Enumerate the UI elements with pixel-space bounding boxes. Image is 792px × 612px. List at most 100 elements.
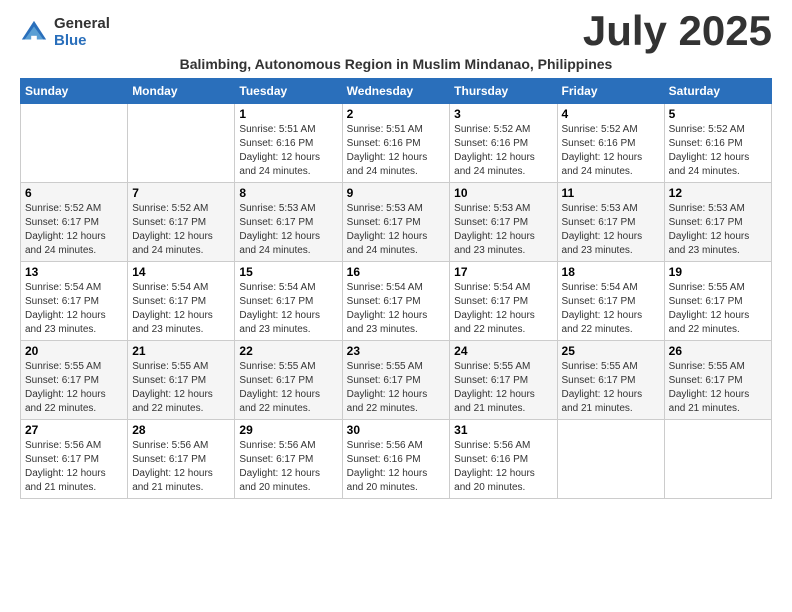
calendar-cell: 22 Sunrise: 5:55 AM Sunset: 6:17 PM Dayli… xyxy=(235,341,342,420)
calendar-week-row: 6 Sunrise: 5:52 AM Sunset: 6:17 PM Daylig… xyxy=(21,183,772,262)
calendar-cell: 31 Sunrise: 5:56 AM Sunset: 6:16 PM Dayli… xyxy=(450,420,557,499)
day-info: Sunrise: 5:51 AM Sunset: 6:16 PM Dayligh… xyxy=(347,123,446,179)
calendar-cell xyxy=(128,104,235,183)
day-info: Sunrise: 5:55 AM Sunset: 6:17 PM Dayligh… xyxy=(669,360,767,416)
logo-blue: Blue xyxy=(54,33,110,50)
day-number: 14 xyxy=(132,265,230,279)
calendar-cell: 5 Sunrise: 5:52 AM Sunset: 6:16 PM Daylig… xyxy=(664,104,771,183)
day-info: Sunrise: 5:54 AM Sunset: 6:17 PM Dayligh… xyxy=(239,281,337,337)
day-header-monday: Monday xyxy=(128,79,235,104)
day-info: Sunrise: 5:53 AM Sunset: 6:17 PM Dayligh… xyxy=(562,202,660,258)
calendar-cell: 10Sunrise: 5:53 AM Sunset: 6:17 PM Dayli… xyxy=(450,183,557,262)
calendar-week-row: 27 Sunrise: 5:56 AM Sunset: 6:17 PM Dayli… xyxy=(21,420,772,499)
logo-text: General Blue xyxy=(54,16,110,49)
calendar-cell: 24 Sunrise: 5:55 AM Sunset: 6:17 PM Dayli… xyxy=(450,341,557,420)
calendar-cell: 16 Sunrise: 5:54 AM Sunset: 6:17 PM Dayli… xyxy=(342,262,450,341)
day-info: Sunrise: 5:54 AM Sunset: 6:17 PM Dayligh… xyxy=(347,281,446,337)
calendar-cell xyxy=(664,420,771,499)
calendar-week-row: 20Sunrise: 5:55 AM Sunset: 6:17 PM Dayli… xyxy=(21,341,772,420)
calendar-cell: 20Sunrise: 5:55 AM Sunset: 6:17 PM Dayli… xyxy=(21,341,128,420)
day-number: 10 xyxy=(454,186,552,200)
day-number: 13 xyxy=(25,265,123,279)
calendar-cell: 3Sunrise: 5:52 AM Sunset: 6:16 PM Daylig… xyxy=(450,104,557,183)
day-info: Sunrise: 5:52 AM Sunset: 6:16 PM Dayligh… xyxy=(669,123,767,179)
day-info: Sunrise: 5:56 AM Sunset: 6:17 PM Dayligh… xyxy=(132,439,230,495)
day-number: 23 xyxy=(347,344,446,358)
day-number: 1 xyxy=(239,107,337,121)
calendar-cell: 19Sunrise: 5:55 AM Sunset: 6:17 PM Dayli… xyxy=(664,262,771,341)
calendar-cell xyxy=(21,104,128,183)
day-header-wednesday: Wednesday xyxy=(342,79,450,104)
day-number: 28 xyxy=(132,423,230,437)
day-info: Sunrise: 5:51 AM Sunset: 6:16 PM Dayligh… xyxy=(239,123,337,179)
calendar-cell: 26 Sunrise: 5:55 AM Sunset: 6:17 PM Dayli… xyxy=(664,341,771,420)
page-header: General Blue July 2025 xyxy=(20,10,772,52)
month-title: July 2025 xyxy=(583,10,772,52)
calendar-cell: 23Sunrise: 5:55 AM Sunset: 6:17 PM Dayli… xyxy=(342,341,450,420)
day-info: Sunrise: 5:56 AM Sunset: 6:16 PM Dayligh… xyxy=(347,439,446,495)
day-info: Sunrise: 5:54 AM Sunset: 6:17 PM Dayligh… xyxy=(25,281,123,337)
day-number: 19 xyxy=(669,265,767,279)
day-number: 27 xyxy=(25,423,123,437)
day-number: 7 xyxy=(132,186,230,200)
day-info: Sunrise: 5:54 AM Sunset: 6:17 PM Dayligh… xyxy=(132,281,230,337)
day-number: 18 xyxy=(562,265,660,279)
logo-icon xyxy=(20,19,48,47)
day-number: 4 xyxy=(562,107,660,121)
logo: General Blue xyxy=(20,16,110,49)
calendar-cell: 7Sunrise: 5:52 AM Sunset: 6:17 PM Daylig… xyxy=(128,183,235,262)
day-number: 26 xyxy=(669,344,767,358)
day-number: 8 xyxy=(239,186,337,200)
day-info: Sunrise: 5:54 AM Sunset: 6:17 PM Dayligh… xyxy=(562,281,660,337)
day-header-thursday: Thursday xyxy=(450,79,557,104)
day-info: Sunrise: 5:56 AM Sunset: 6:16 PM Dayligh… xyxy=(454,439,552,495)
calendar-table: SundayMondayTuesdayWednesdayThursdayFrid… xyxy=(20,78,772,499)
logo-general: General xyxy=(54,16,110,33)
calendar-cell: 1 Sunrise: 5:51 AM Sunset: 6:16 PM Daylig… xyxy=(235,104,342,183)
calendar-cell: 30 Sunrise: 5:56 AM Sunset: 6:16 PM Dayli… xyxy=(342,420,450,499)
day-header-sunday: Sunday xyxy=(21,79,128,104)
calendar-cell: 6 Sunrise: 5:52 AM Sunset: 6:17 PM Daylig… xyxy=(21,183,128,262)
day-number: 16 xyxy=(347,265,446,279)
day-info: Sunrise: 5:55 AM Sunset: 6:17 PM Dayligh… xyxy=(25,360,123,416)
day-number: 2 xyxy=(347,107,446,121)
day-number: 5 xyxy=(669,107,767,121)
day-number: 25 xyxy=(562,344,660,358)
day-info: Sunrise: 5:56 AM Sunset: 6:17 PM Dayligh… xyxy=(25,439,123,495)
day-info: Sunrise: 5:53 AM Sunset: 6:17 PM Dayligh… xyxy=(669,202,767,258)
day-number: 12 xyxy=(669,186,767,200)
calendar-cell: 21Sunrise: 5:55 AM Sunset: 6:17 PM Dayli… xyxy=(128,341,235,420)
day-number: 15 xyxy=(239,265,337,279)
day-number: 11 xyxy=(562,186,660,200)
day-number: 9 xyxy=(347,186,446,200)
calendar-cell: 13 Sunrise: 5:54 AM Sunset: 6:17 PM Dayli… xyxy=(21,262,128,341)
calendar-week-row: 1 Sunrise: 5:51 AM Sunset: 6:16 PM Daylig… xyxy=(21,104,772,183)
day-info: Sunrise: 5:54 AM Sunset: 6:17 PM Dayligh… xyxy=(454,281,552,337)
day-number: 6 xyxy=(25,186,123,200)
day-info: Sunrise: 5:55 AM Sunset: 6:17 PM Dayligh… xyxy=(454,360,552,416)
day-info: Sunrise: 5:53 AM Sunset: 6:17 PM Dayligh… xyxy=(347,202,446,258)
calendar-cell: 2 Sunrise: 5:51 AM Sunset: 6:16 PM Daylig… xyxy=(342,104,450,183)
day-number: 30 xyxy=(347,423,446,437)
day-info: Sunrise: 5:55 AM Sunset: 6:17 PM Dayligh… xyxy=(239,360,337,416)
day-number: 17 xyxy=(454,265,552,279)
day-info: Sunrise: 5:52 AM Sunset: 6:17 PM Dayligh… xyxy=(25,202,123,258)
calendar-cell: 28 Sunrise: 5:56 AM Sunset: 6:17 PM Dayli… xyxy=(128,420,235,499)
day-info: Sunrise: 5:53 AM Sunset: 6:17 PM Dayligh… xyxy=(239,202,337,258)
calendar-cell: 15 Sunrise: 5:54 AM Sunset: 6:17 PM Dayli… xyxy=(235,262,342,341)
calendar-cell: 17 Sunrise: 5:54 AM Sunset: 6:17 PM Dayli… xyxy=(450,262,557,341)
calendar-cell: 4Sunrise: 5:52 AM Sunset: 6:16 PM Daylig… xyxy=(557,104,664,183)
calendar-subtitle: Balimbing, Autonomous Region in Muslim M… xyxy=(20,56,772,72)
calendar-cell xyxy=(557,420,664,499)
day-number: 29 xyxy=(239,423,337,437)
day-number: 31 xyxy=(454,423,552,437)
day-number: 22 xyxy=(239,344,337,358)
day-info: Sunrise: 5:52 AM Sunset: 6:16 PM Dayligh… xyxy=(454,123,552,179)
calendar-week-row: 13 Sunrise: 5:54 AM Sunset: 6:17 PM Dayli… xyxy=(21,262,772,341)
calendar-header-row: SundayMondayTuesdayWednesdayThursdayFrid… xyxy=(21,79,772,104)
day-header-tuesday: Tuesday xyxy=(235,79,342,104)
day-header-saturday: Saturday xyxy=(664,79,771,104)
day-number: 24 xyxy=(454,344,552,358)
day-info: Sunrise: 5:55 AM Sunset: 6:17 PM Dayligh… xyxy=(562,360,660,416)
calendar-cell: 27 Sunrise: 5:56 AM Sunset: 6:17 PM Dayli… xyxy=(21,420,128,499)
